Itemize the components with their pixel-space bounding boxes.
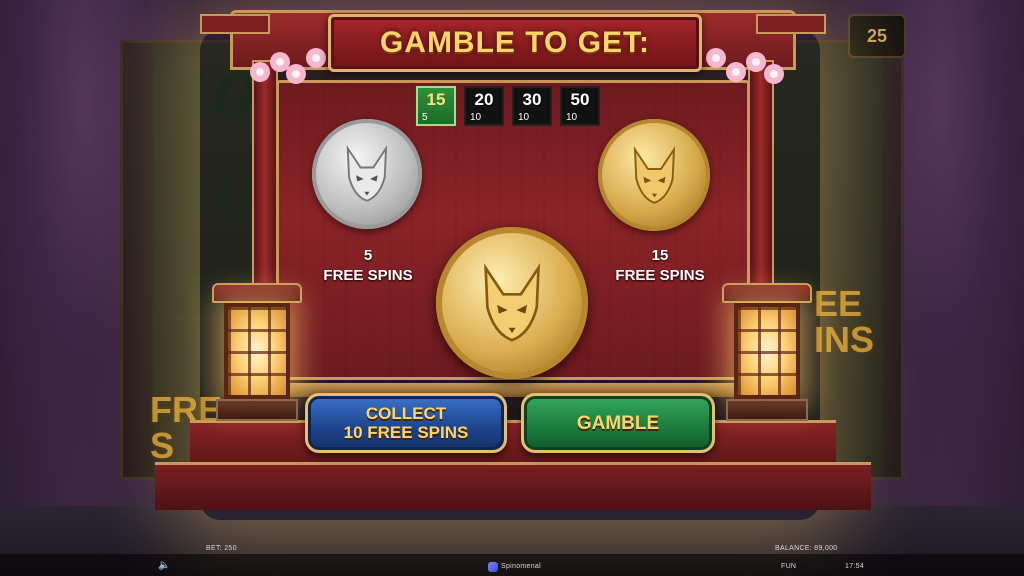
cherry-blossom-icon (706, 48, 726, 68)
shrine-step-upper (190, 420, 836, 464)
level-sub: 10 (518, 112, 530, 123)
brand-logo-icon (488, 562, 498, 572)
level-value: 50 (570, 90, 590, 109)
win-prize-count: 15 (651, 247, 669, 264)
gold-fox-mask-coin-large-icon (436, 227, 588, 379)
balance-display: BALANCE: 89,000 (775, 545, 838, 552)
lose-prize-text: FREE SPINS (323, 267, 413, 284)
cherry-blossom-icon (726, 62, 746, 82)
title-banner: GAMBLE TO GET: (328, 14, 702, 72)
level-option-50[interactable]: 50 10 (560, 86, 600, 126)
level-sub: 10 (470, 112, 482, 123)
game-stage: 10 10 10 FRE S EE INS 25 GAMBLE TO GET: … (0, 0, 1024, 576)
level-value: 15 (426, 90, 446, 109)
page-title: GAMBLE TO GET: (379, 26, 651, 59)
collect-button[interactable]: COLLECT 10 FREE SPINS (305, 393, 507, 453)
level-sub: 10 (566, 112, 578, 123)
fox-mask-icon (484, 263, 540, 342)
level-option-30[interactable]: 30 10 (512, 86, 552, 126)
win-prize-text: FREE SPINS (615, 267, 705, 284)
gamble-level-selector: 15 5 20 10 30 10 50 10 (416, 86, 600, 126)
cherry-blossom-icon (286, 64, 306, 84)
background-free-spins-symbol: EE INS (814, 283, 875, 360)
level-value: 20 (474, 90, 494, 109)
level-option-15[interactable]: 15 5 (416, 86, 456, 126)
lantern-left-icon (212, 283, 302, 423)
level-option-20[interactable]: 20 10 (464, 86, 504, 126)
lose-prize-count: 5 (363, 247, 373, 264)
level-sub: 5 (422, 112, 428, 123)
win-prize-label: 15 FREE SPINS (608, 246, 712, 286)
play-mode: FUN (781, 563, 797, 570)
spin-counter: 25 (848, 14, 906, 58)
collect-button-amount: 10 FREE SPINS (343, 423, 469, 442)
silver-fox-mask-coin-icon (312, 119, 422, 229)
gamble-button[interactable]: GAMBLE (521, 393, 715, 453)
lose-prize-label: 5 FREE SPINS (318, 246, 418, 286)
cherry-blossom-icon (250, 62, 270, 82)
cherry-blossom-icon (306, 48, 326, 68)
shrine-roof-end (200, 14, 270, 34)
level-value: 30 (522, 90, 542, 109)
clock: 17:54 (845, 563, 865, 570)
fox-mask-icon (633, 145, 675, 204)
fox-mask-icon (346, 145, 388, 202)
cherry-blossom-icon (764, 64, 784, 84)
gold-fox-mask-coin-icon (598, 119, 710, 231)
collect-button-label: COLLECT (365, 404, 447, 423)
shrine-roof-end (756, 14, 826, 34)
bet-display: BET: 250 (206, 545, 237, 552)
brand-name: Spinomenal (501, 563, 541, 570)
lantern-right-icon (722, 283, 812, 423)
cherry-blossom-icon (746, 52, 766, 72)
sound-icon[interactable]: 🔈 (158, 560, 172, 572)
gamble-button-label: GAMBLE (576, 412, 660, 434)
shrine-step-lower (155, 462, 871, 510)
